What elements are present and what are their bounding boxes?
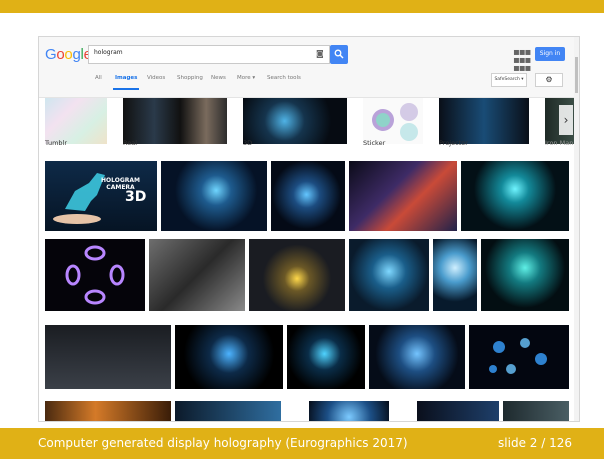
active-tab-indicator <box>113 88 139 90</box>
image-result-person-hologram[interactable] <box>149 239 245 311</box>
image-result-earth[interactable] <box>369 325 465 389</box>
category-thumb-sticker[interactable] <box>363 98 423 144</box>
image-result-pyramid-jellyfish[interactable] <box>175 325 283 389</box>
image-result-jellyfish[interactable] <box>469 325 569 389</box>
category-thumb-projector[interactable] <box>439 98 529 144</box>
tab-all[interactable]: All <box>95 75 102 81</box>
search-query: hologram <box>94 49 123 56</box>
logo-letter: g <box>72 46 81 63</box>
search-button[interactable] <box>330 45 348 64</box>
scrollbar-thumb[interactable] <box>575 57 578 93</box>
image-result-skull[interactable] <box>433 239 477 311</box>
category-label-iron-man[interactable]: Iron Man <box>545 139 573 147</box>
category-thumb-tumblr[interactable] <box>45 98 107 144</box>
chevron-right-icon[interactable]: › <box>559 105 573 135</box>
image-result-partial-4[interactable] <box>417 401 499 421</box>
slide-number: slide 2 / 126 <box>498 436 572 450</box>
tab-news[interactable]: News <box>211 75 226 81</box>
settings-gear-icon[interactable]: ⚙ <box>535 73 563 87</box>
image-result-globe-cyan[interactable] <box>461 161 569 231</box>
image-result-globe-teal[interactable] <box>481 239 569 311</box>
sign-in-button[interactable]: Sign in <box>535 47 565 61</box>
search-icon <box>334 49 344 59</box>
safesearch-dropdown[interactable]: SafeSearch ▾ <box>491 73 527 87</box>
image-result-pyramid-phone[interactable] <box>45 325 171 389</box>
purple-rings <box>65 245 125 305</box>
camera-icon[interactable]: ◙ <box>316 49 324 58</box>
google-logo[interactable]: Google <box>45 46 92 63</box>
category-label-sticker[interactable]: Sticker <box>363 139 385 147</box>
tab-videos[interactable]: Videos <box>147 75 165 81</box>
tab-images[interactable]: Images <box>115 75 137 81</box>
category-thumb-3d[interactable] <box>243 98 347 144</box>
category-label-projector[interactable]: Projector <box>439 139 468 147</box>
browser-screenshot: Google hologram ◙ ▪▪▪▪▪▪▪▪▪ Sign in All … <box>38 36 580 422</box>
image-result-minion-pyramid[interactable] <box>249 239 345 311</box>
image-result-car[interactable] <box>349 161 457 231</box>
image-result-partial-1[interactable] <box>45 401 171 421</box>
tab-search-tools[interactable]: Search tools <box>267 75 301 81</box>
sticker-discs <box>372 103 418 141</box>
search-input[interactable]: hologram ◙ <box>88 45 330 64</box>
apps-grid-icon[interactable]: ▪▪▪ ▪▪▪ ▪▪▪ <box>513 48 531 74</box>
category-label-3d[interactable]: 3D <box>243 139 252 147</box>
3d-text: 3D <box>125 189 147 205</box>
top-accent-bar <box>0 0 604 13</box>
category-label-real[interactable]: Real <box>123 139 137 147</box>
google-header: Google hologram ◙ ▪▪▪▪▪▪▪▪▪ Sign in All … <box>39 37 579 98</box>
image-result-partial-3[interactable] <box>309 401 389 421</box>
image-result-cat-hand[interactable] <box>161 161 267 231</box>
image-result-small-figure[interactable] <box>287 325 365 389</box>
image-result-wireframe-cat[interactable] <box>349 239 429 311</box>
footer-bar: Computer generated display holography (E… <box>0 428 604 459</box>
image-result-dinosaur[interactable]: HOLOGRAM CAMERA 3D <box>45 161 157 231</box>
category-thumb-real[interactable] <box>123 98 227 144</box>
jellyfish-cluster <box>489 338 547 374</box>
tab-more[interactable]: More ▾ <box>237 75 255 81</box>
image-result-partial-5[interactable] <box>503 401 569 421</box>
tab-shopping[interactable]: Shopping <box>177 75 203 81</box>
image-result-purple-rings[interactable] <box>45 239 145 311</box>
slide-caption: Computer generated display holography (E… <box>38 436 408 450</box>
hologram-word: HOLOGRAM <box>101 177 140 184</box>
image-result-partial-2[interactable] <box>175 401 281 421</box>
image-result-crystal[interactable] <box>271 161 345 231</box>
category-label-tumblr[interactable]: Tumblr <box>45 139 67 147</box>
scrollbar[interactable] <box>574 37 579 421</box>
logo-letter: G <box>45 46 57 63</box>
